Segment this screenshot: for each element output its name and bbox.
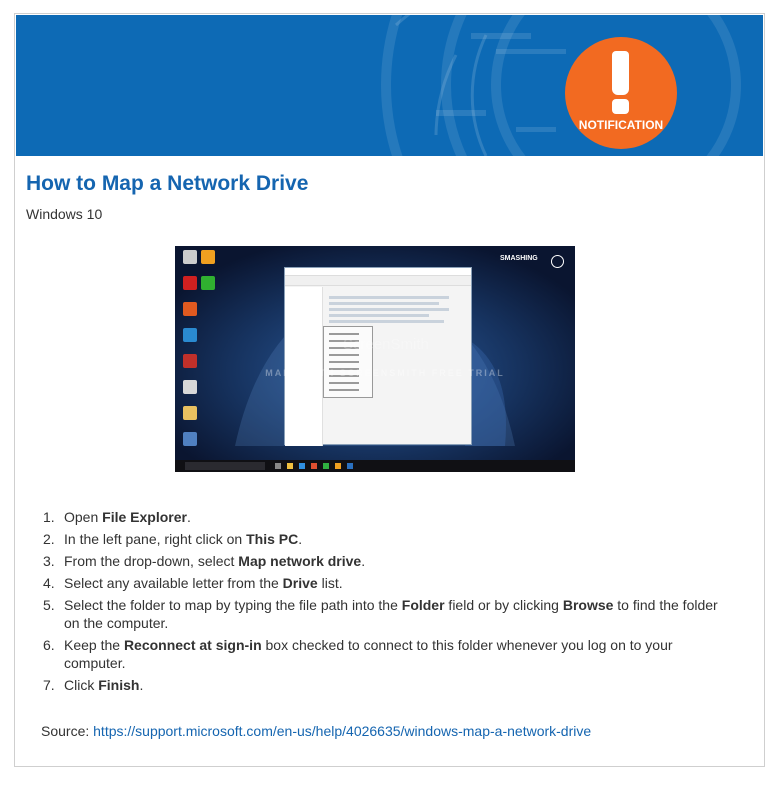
step-emphasis: Reconnect at sign-in xyxy=(123,637,262,653)
desktop-icon xyxy=(201,250,215,264)
step-text: field or by clicking xyxy=(444,597,563,613)
step-text: . xyxy=(139,677,144,693)
step-text: Click xyxy=(64,677,99,693)
file-row xyxy=(329,302,439,305)
step-emphasis: Folder xyxy=(401,597,445,613)
desktop-icon xyxy=(183,328,197,342)
desktop-icon xyxy=(183,406,197,420)
taskbar-icon xyxy=(323,463,329,469)
step-item: 6. Keep the Reconnect at sign-in box chec… xyxy=(43,636,723,672)
step-text: . xyxy=(298,531,303,547)
taskbar-icon xyxy=(287,463,293,469)
step-text: . xyxy=(186,509,191,525)
steps-list: 1. Open File Explorer. 2. In the left pane,… xyxy=(43,508,723,698)
step-number: 3. xyxy=(43,553,55,569)
desktop-icon xyxy=(183,302,197,316)
step-number: 7. xyxy=(43,677,55,693)
exclamation-dot xyxy=(612,99,629,114)
step-emphasis: Finish xyxy=(98,677,140,693)
taskbar-icon xyxy=(275,463,281,469)
notification-label: NOTIFICATION xyxy=(578,118,664,132)
step-emphasis: File Explorer xyxy=(102,509,187,525)
desktop-icon xyxy=(183,250,197,264)
step-text: Select the folder to map by typing the f… xyxy=(64,597,402,613)
step-text: . xyxy=(361,553,366,569)
step-text: From the drop-down, select xyxy=(64,553,239,569)
step-item: 7. Click Finish. xyxy=(43,676,723,694)
watermark-banner: MADE WITH SCREENSMITH FREE TRIAL xyxy=(265,368,505,378)
file-row xyxy=(329,308,449,311)
context-menu-item xyxy=(329,361,359,363)
desktop-icon xyxy=(183,276,197,290)
file-explorer-window xyxy=(284,267,472,446)
taskbar-search xyxy=(185,462,265,470)
play-icon xyxy=(551,255,564,268)
taskbar-icon xyxy=(347,463,353,469)
article-subtitle: Windows 10 xyxy=(26,206,103,222)
taskbar-icon xyxy=(311,463,317,469)
taskbar-icon xyxy=(299,463,305,469)
step-number: 5. xyxy=(43,597,55,613)
step-item: 5. Select the folder to map by typing the… xyxy=(43,596,723,632)
context-menu-item xyxy=(329,382,359,384)
step-number: 2. xyxy=(43,531,55,547)
file-row xyxy=(329,296,449,299)
context-menu-item xyxy=(329,333,359,335)
step-emphasis: This PC xyxy=(246,531,299,547)
file-row xyxy=(329,320,444,323)
step-item: 2. In the left pane, right click on This … xyxy=(43,530,723,548)
watermark-brand: ScreenSmith xyxy=(343,336,429,353)
desktop-icon xyxy=(183,432,197,446)
step-number: 6. xyxy=(43,637,55,653)
header-banner: NOTIFICATION xyxy=(16,15,763,156)
exclamation-bar xyxy=(612,51,629,95)
step-text: In the left pane, right click on xyxy=(64,531,247,547)
source-link[interactable]: https://support.microsoft.com/en-us/help… xyxy=(93,723,591,739)
context-menu-item xyxy=(329,389,359,391)
step-item: 4. Select any available letter from the D… xyxy=(43,574,723,592)
windows-taskbar xyxy=(175,460,575,472)
smashing-logo: SMASHING xyxy=(500,255,538,262)
explorer-nav-pane xyxy=(285,287,323,446)
desktop-icon xyxy=(183,380,197,394)
step-item: 1. Open File Explorer. xyxy=(43,508,723,526)
step-item: 3. From the drop-down, select Map network… xyxy=(43,552,723,570)
taskbar-icon xyxy=(335,463,341,469)
article-title: How to Map a Network Drive xyxy=(26,172,309,195)
file-row xyxy=(329,314,429,317)
notification-badge: NOTIFICATION xyxy=(565,37,677,149)
source-label: Source: xyxy=(41,723,94,739)
explorer-ribbon xyxy=(285,276,471,286)
step-emphasis: Map network drive xyxy=(238,553,362,569)
desktop-icon xyxy=(201,276,215,290)
tutorial-screenshot: SMASHING ScreenSmith MADE WITH SCREENSMI… xyxy=(175,246,575,472)
step-text: Open xyxy=(64,509,103,525)
step-text: Keep the xyxy=(64,637,124,653)
desktop-icon xyxy=(183,354,197,368)
step-text: Select any available letter from the xyxy=(64,575,283,591)
source-line: Source: https://support.microsoft.com/en… xyxy=(41,723,591,739)
step-number: 4. xyxy=(43,575,55,591)
step-number: 1. xyxy=(43,509,55,525)
step-emphasis: Browse xyxy=(562,597,614,613)
step-emphasis: Drive xyxy=(282,575,318,591)
context-menu-item xyxy=(329,354,359,356)
explorer-titlebar xyxy=(285,268,471,276)
step-text: list. xyxy=(317,575,343,591)
